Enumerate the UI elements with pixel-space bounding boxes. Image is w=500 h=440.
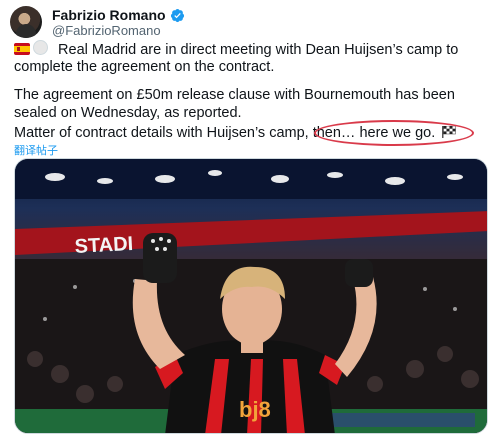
author-name-row: Fabrizio Romano	[52, 7, 185, 23]
author-display-name[interactable]: Fabrizio Romano	[52, 7, 166, 23]
user-avatar[interactable]	[10, 6, 42, 38]
white-circle-icon	[33, 40, 48, 55]
tweet-text-line: sealed on Wednesday, as reported.	[14, 105, 242, 121]
author-handle[interactable]: @FabrizioRomano	[52, 23, 161, 38]
spain-flag-icon	[14, 43, 30, 55]
verified-badge-icon	[170, 8, 184, 22]
red-circle-annotation	[314, 120, 474, 146]
player-celebration-illustration: STADI bj8	[15, 159, 487, 433]
tweet-card: Fabrizio Romano @FabrizioRomano Real Mad…	[0, 0, 500, 440]
stadium-sign-text: STADI	[74, 233, 134, 258]
translate-post-link[interactable]: 翻译帖子	[14, 142, 58, 158]
tweet-text-segment: Real Madrid are in direct meeting with D…	[58, 42, 459, 58]
tweet-text-line: Real Madrid are in direct meeting with D…	[14, 40, 458, 59]
tweet-media-photo[interactable]: STADI bj8	[14, 158, 488, 434]
tweet-text-line: complete the agreement on the contract.	[14, 59, 275, 75]
shirt-sponsor-text: bj8	[239, 397, 271, 422]
tweet-text-line: The agreement on £50m release clause wit…	[14, 87, 455, 103]
